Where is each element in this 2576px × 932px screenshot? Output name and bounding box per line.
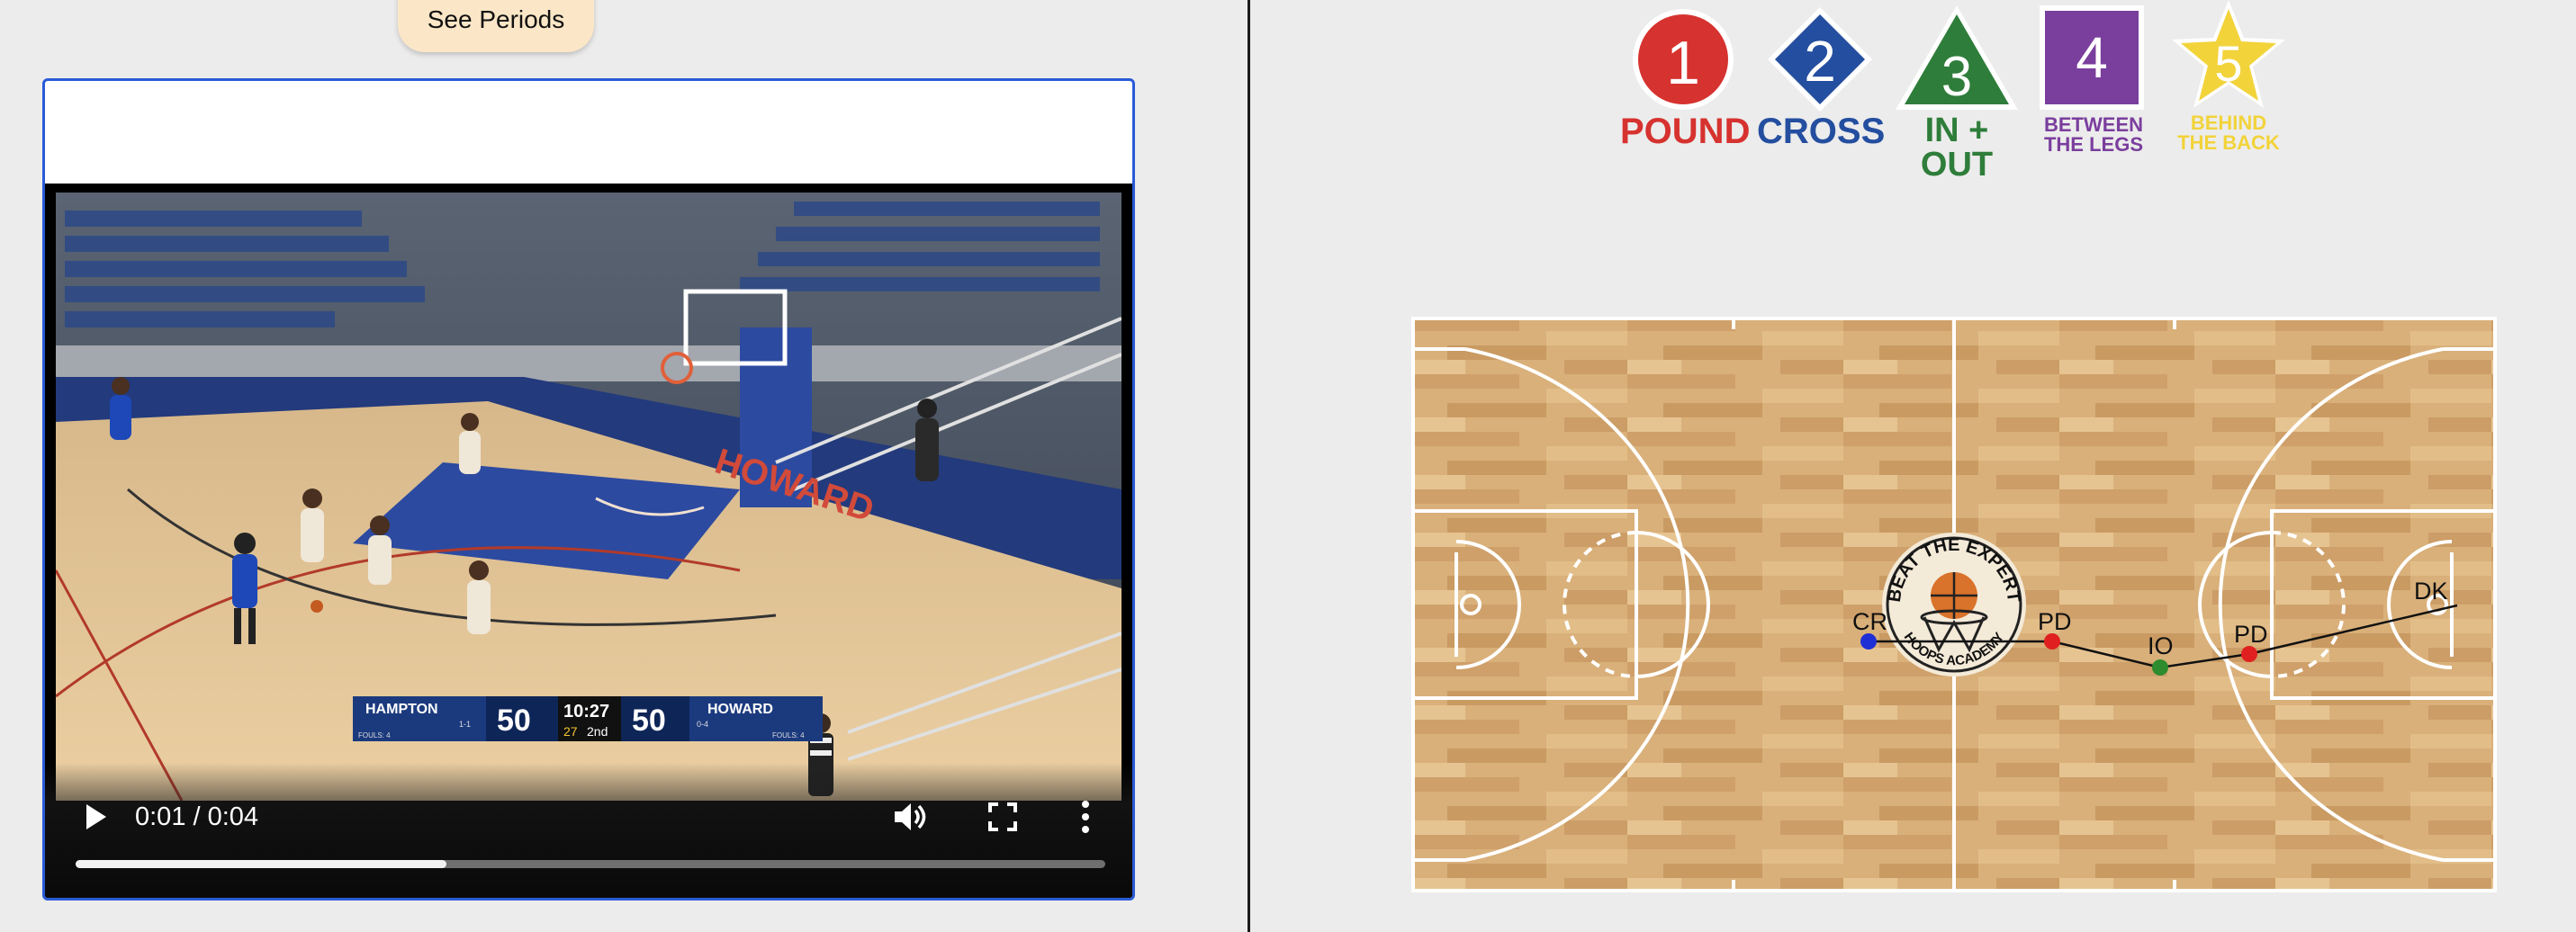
behind-back-star-icon: 5 <box>2172 0 2285 108</box>
pound-circle-icon: 1 <box>1633 9 1734 110</box>
legend-item-behind-the-back: 5 BEHIND THE BACK <box>2166 0 2292 153</box>
fullscreen-icon <box>988 802 1017 831</box>
legend-label-in-out: IN + OUT <box>1920 112 1994 184</box>
cross-diamond-icon: 2 <box>1768 7 1872 112</box>
legend-label-between-line2: THE LEGS <box>2043 133 2143 156</box>
scoreboard-away-team: HOWARD <box>707 702 773 717</box>
between-legs-square-icon: 4 <box>2040 5 2144 110</box>
scoreboard-away-record: 0-4 <box>697 720 708 729</box>
legend-label-cross: CROSS <box>1757 112 1886 151</box>
legend-number-5: 5 <box>2214 35 2242 92</box>
video-frame-image: HOWARD HAMPTON 1-1 FOULS: 4 50 10:27 27 … <box>56 193 1121 801</box>
see-periods-label: See Periods <box>427 5 565 33</box>
more-vertical-icon <box>1082 801 1089 833</box>
play-icon <box>86 804 106 829</box>
scoreboard-clock: 10:27 <box>563 702 609 721</box>
legend-item-between-the-legs: 4 BETWEEN THE LEGS <box>2031 4 2157 155</box>
beat-the-expert-logo: BEAT THE EXPERT HOOPS ACADEMY <box>1882 533 2026 677</box>
legend-label-between-line1: BETWEEN <box>2044 113 2143 136</box>
basketball-court-diagram[interactable]: BEAT THE EXPERT HOOPS ACADEMY CR PD IO P… <box>1411 317 2497 892</box>
scoreboard-home-fouls: FOULS: 4 <box>358 731 391 739</box>
legend-label-behind-line2: THE BACK <box>2177 131 2280 154</box>
scoreboard-home-record: 1-1 <box>459 720 471 729</box>
in-out-triangle-icon: 3 <box>1896 5 2018 110</box>
scoreboard-home-team: HAMPTON <box>365 702 438 717</box>
scoreboard-period: 2nd <box>587 724 608 739</box>
volume-button[interactable] <box>891 799 927 835</box>
path-node-label-cr: CR <box>1852 608 1887 635</box>
legend-number-4: 4 <box>2076 25 2108 90</box>
scoreboard-away-fouls: FOULS: 4 <box>772 731 805 739</box>
panel-divider <box>1247 0 1250 932</box>
volume-icon <box>895 803 926 830</box>
legend-item-cross: 2 CROSS <box>1757 4 1886 151</box>
legend-number-1: 1 <box>1666 29 1700 97</box>
legend-label-pound: POUND <box>1620 112 1751 151</box>
scoreboard-away-score: 50 <box>632 703 666 738</box>
path-node-dk: DK <box>2414 578 2448 605</box>
scoreboard-shot-clock: 27 <box>563 724 578 739</box>
scoreboard-home-score: 50 <box>497 703 531 738</box>
video-player[interactable]: HOWARD HAMPTON 1-1 FOULS: 4 50 10:27 27 … <box>45 184 1132 898</box>
path-node-label-dk: DK <box>2414 578 2448 605</box>
legend-number-3: 3 <box>1941 46 1972 108</box>
legend-item-in-out: 3 IN + OUT <box>1894 4 2020 182</box>
video-progress-fill <box>76 860 446 868</box>
legend-number-2: 2 <box>1804 29 1836 94</box>
path-node-label-pd-1: PD <box>2038 608 2072 635</box>
video-controls-bar: 0:01 / 0:04 <box>45 763 1132 898</box>
legend-label-behind-line1: BEHIND <box>2190 112 2267 134</box>
scoreboard: HAMPTON 1-1 FOULS: 4 50 10:27 27 2nd 50 … <box>353 696 823 741</box>
path-node-label-pd-2: PD <box>2234 621 2268 648</box>
legend-item-pound: 1 POUND <box>1620 4 1751 151</box>
see-periods-button[interactable]: See Periods <box>398 0 594 52</box>
path-node-label-io: IO <box>2148 632 2174 659</box>
video-progress-bar[interactable] <box>76 860 1105 868</box>
video-player-frame: HOWARD HAMPTON 1-1 FOULS: 4 50 10:27 27 … <box>42 78 1135 901</box>
play-button[interactable] <box>79 801 112 833</box>
video-time-display: 0:01 / 0:04 <box>135 802 259 831</box>
video-more-options-button[interactable] <box>1076 799 1094 835</box>
fullscreen-button[interactable] <box>986 801 1019 833</box>
